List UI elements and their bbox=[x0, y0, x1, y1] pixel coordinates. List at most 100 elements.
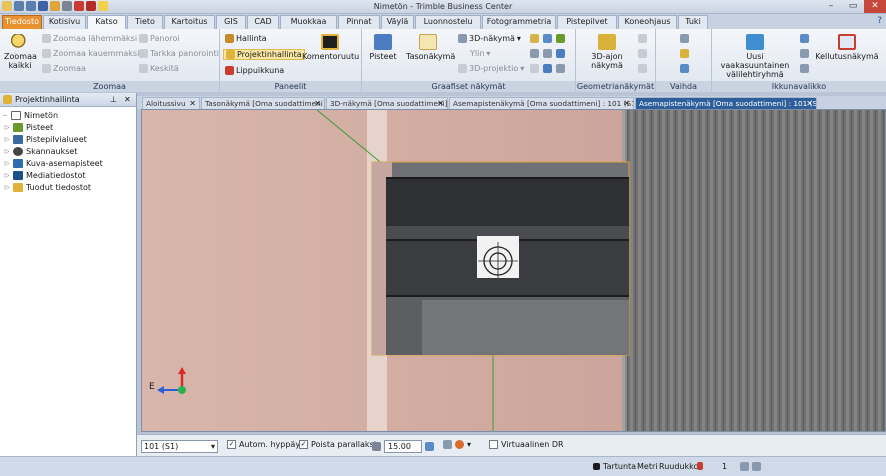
pin-icon[interactable]: ⊥ bbox=[110, 95, 117, 104]
tab-fotogrammetria[interactable]: Fotogrammetria bbox=[482, 15, 556, 29]
checkbox-unchecked[interactable] bbox=[489, 440, 498, 449]
hallinta-button[interactable]: Hallinta bbox=[225, 34, 267, 43]
komentoruutu-button[interactable]: Komentoruutu bbox=[302, 34, 359, 61]
tree-item-kuva-asemapisteet[interactable]: ▷ Kuva-asemapisteet bbox=[0, 157, 136, 169]
tree-item-pistepilvialueet[interactable]: ▷ Pistepilvialueet bbox=[0, 133, 136, 145]
station-select[interactable]: 101 (S1) bbox=[141, 440, 218, 453]
geometry-tool-icon[interactable] bbox=[638, 49, 647, 58]
view-tab-3d[interactable]: 3D-näkymä [Oma suodattimeni] ✕ bbox=[326, 97, 448, 109]
view-tool-icon[interactable] bbox=[556, 64, 565, 73]
window-tool-icon[interactable] bbox=[800, 34, 809, 43]
expand-icon[interactable]: ▷ bbox=[4, 160, 10, 167]
checkbox-checked[interactable]: ✓ bbox=[299, 440, 308, 449]
geometry-tool-icon[interactable] bbox=[638, 34, 647, 43]
3d-drive-view-button[interactable]: 3D-ajon näkymä bbox=[580, 34, 634, 70]
flag-icon[interactable] bbox=[697, 462, 703, 470]
collapse-icon[interactable]: − bbox=[2, 112, 8, 119]
precise-pan-button[interactable]: Tarkka panorointi bbox=[139, 49, 219, 58]
zoom-in-button[interactable]: Zoomaa lähemmäksi bbox=[42, 34, 137, 43]
expand-icon[interactable]: ▷ bbox=[4, 172, 10, 179]
new-horizontal-tab-group-button[interactable]: Uusi vaakasuuntainen välilehtiryhmä bbox=[714, 34, 796, 79]
close-tab-icon[interactable]: ✕ bbox=[623, 98, 630, 109]
view-tool-icon[interactable] bbox=[543, 64, 552, 73]
window-tool-icon[interactable] bbox=[800, 49, 809, 58]
tree-item-mediatiedostot[interactable]: ▷ Mediatiedostot bbox=[0, 169, 136, 181]
virtuaalinen-dr-checkbox[interactable]: Virtuaalinen DR bbox=[489, 440, 564, 449]
view-tab-tasonakyma[interactable]: Tasonäkymä [Oma suodattimeni] ✕ bbox=[201, 97, 325, 109]
3d-view-button[interactable]: 3D-näkymä ▾ bbox=[458, 34, 521, 43]
tab-kotisivu[interactable]: Kotisivu bbox=[43, 15, 86, 29]
autom-hyppays-checkbox[interactable]: ✓ Autom. hyppäys bbox=[227, 440, 304, 449]
projektinhallinta-button[interactable]: Projektinhallinta bbox=[223, 49, 305, 60]
switch-icon[interactable] bbox=[680, 49, 689, 58]
center-button[interactable]: Keskitä bbox=[139, 64, 179, 73]
switch-icon[interactable] bbox=[680, 64, 689, 73]
view-tool-icon[interactable] bbox=[530, 64, 539, 73]
tree-item-skannaukset[interactable]: ▷ Skannaukset bbox=[0, 145, 136, 157]
tab-koneohjaus[interactable]: Koneohjaus bbox=[618, 15, 677, 29]
tree-item-tuodut-tiedostot[interactable]: ▷ Tuodut tiedostot bbox=[0, 181, 136, 193]
tab-luonnostelu[interactable]: Luonnostelu bbox=[415, 15, 481, 29]
scan-image[interactable] bbox=[142, 110, 886, 432]
expand-icon[interactable]: ▷ bbox=[4, 184, 10, 191]
view-tool-icon[interactable] bbox=[543, 34, 552, 43]
tasonakyma-button[interactable]: Tasonäkymä bbox=[406, 34, 455, 61]
tab-muokkaa[interactable]: Muokkaa bbox=[280, 15, 337, 29]
tab-vayla[interactable]: Väylä bbox=[381, 15, 414, 29]
poista-parallaksi-checkbox[interactable]: ✓ Poista parallaksi bbox=[299, 440, 376, 449]
tree-item-pisteet[interactable]: ▷ Pisteet bbox=[0, 121, 136, 133]
window-tool-icon[interactable] bbox=[800, 64, 809, 73]
layout-icon[interactable] bbox=[752, 462, 761, 471]
view-tab-aloitussivu[interactable]: Aloitussivu ✕ bbox=[142, 97, 200, 109]
close-tab-icon[interactable]: ✕ bbox=[437, 98, 444, 109]
pan-button[interactable]: Panoroi bbox=[139, 34, 180, 43]
chevron-down-icon[interactable]: ▾ bbox=[467, 440, 471, 449]
snap-toggle[interactable]: Tartunta bbox=[593, 462, 636, 471]
help-icon[interactable]: ? bbox=[877, 16, 882, 26]
pisteet-button[interactable]: Pisteet bbox=[368, 34, 398, 61]
color-palette-icon[interactable] bbox=[455, 440, 464, 449]
top-view-button[interactable]: Ylin ▾ bbox=[470, 49, 490, 58]
switch-icon[interactable] bbox=[680, 34, 689, 43]
tab-tuki[interactable]: Tuki bbox=[678, 15, 708, 29]
minimize-button[interactable]: – bbox=[820, 0, 842, 13]
zoom-button[interactable]: Zoomaa bbox=[42, 64, 86, 73]
view-tool-icon[interactable] bbox=[530, 34, 539, 43]
expand-icon[interactable]: ▷ bbox=[4, 124, 10, 131]
apply-icon[interactable] bbox=[425, 442, 434, 451]
lippuikkuna-button[interactable]: Lippuikkuna bbox=[225, 66, 284, 75]
tab-katso[interactable]: Katso bbox=[87, 15, 126, 30]
view-tool-icon[interactable] bbox=[556, 49, 565, 58]
zoom-out-button[interactable]: Zoomaa kauemmaksi bbox=[42, 49, 139, 58]
maximize-button[interactable]: ▭ bbox=[842, 0, 864, 13]
layout-icon[interactable] bbox=[740, 462, 749, 471]
tab-tiedosto[interactable]: Tiedosto bbox=[2, 15, 42, 29]
units-label[interactable]: Metri bbox=[637, 462, 657, 471]
expand-icon[interactable]: ▷ bbox=[4, 148, 10, 155]
close-tab-icon[interactable]: ✕ bbox=[189, 98, 196, 109]
tab-kartoitus[interactable]: Kartoitus bbox=[164, 15, 215, 29]
view-tab-asemapiste-2[interactable]: Asemapistenäkymä [Oma suodattimeni] : 10… bbox=[635, 97, 817, 109]
zoomaa-kaikki-button[interactable]: Zoomaa kaikki bbox=[4, 34, 37, 70]
close-tab-icon[interactable]: ✕ bbox=[806, 98, 813, 109]
grid-toggle[interactable]: Ruudukko bbox=[659, 462, 698, 471]
value-input[interactable]: 15.00 bbox=[384, 440, 422, 453]
3d-projection-button[interactable]: 3D-projektio ▾ bbox=[458, 64, 524, 73]
tree-root[interactable]: − Nimetön bbox=[0, 109, 136, 121]
expand-icon[interactable]: ▷ bbox=[4, 136, 10, 143]
view-tool-icon[interactable] bbox=[543, 49, 552, 58]
view-tool-icon[interactable] bbox=[530, 49, 539, 58]
close-tab-icon[interactable]: ✕ bbox=[314, 98, 321, 109]
brightness-icon[interactable] bbox=[372, 442, 381, 451]
floating-view-button[interactable]: Kellutusnäkymä bbox=[814, 34, 880, 61]
tab-pistepilvet[interactable]: Pistepilvet bbox=[557, 15, 617, 29]
close-button[interactable]: ✕ bbox=[864, 0, 886, 13]
tab-cad[interactable]: CAD bbox=[247, 15, 279, 29]
checkbox-checked[interactable]: ✓ bbox=[227, 440, 236, 449]
tab-gis[interactable]: GIS bbox=[216, 15, 246, 29]
close-icon[interactable]: ✕ bbox=[124, 95, 131, 104]
station-viewport[interactable]: E bbox=[141, 109, 886, 432]
view-tool-icon[interactable] bbox=[556, 34, 565, 43]
tab-tieto[interactable]: Tieto bbox=[127, 15, 163, 29]
tab-pinnat[interactable]: Pinnat bbox=[338, 15, 380, 29]
